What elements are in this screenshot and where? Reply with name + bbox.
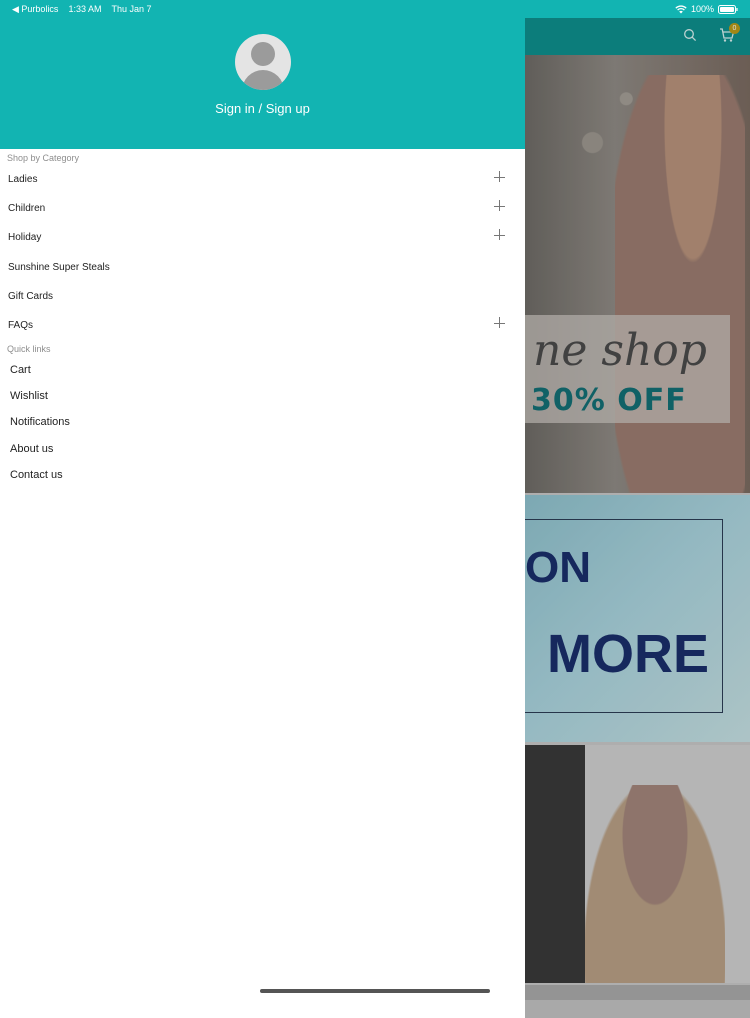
category-item-gift-cards[interactable]: Gift Cards	[0, 283, 525, 312]
wifi-icon	[675, 4, 687, 14]
category-label: Children	[8, 203, 46, 214]
battery-percent: 100%	[690, 4, 714, 14]
expand-plus-icon[interactable]	[494, 200, 506, 212]
category-label: Ladies	[8, 174, 38, 185]
quick-link-about-us[interactable]: About us	[0, 436, 525, 462]
quick-link-label: About us	[10, 443, 54, 455]
category-label: Sunshine Super Steals	[8, 262, 110, 273]
sign-in-link[interactable]: Sign in / Sign up	[0, 101, 525, 116]
category-label: FAQs	[8, 320, 34, 331]
status-date: Thu Jan 7	[111, 4, 152, 14]
category-item-holiday[interactable]: Holiday	[0, 224, 525, 253]
quick-link-label: Wishlist	[10, 390, 48, 402]
home-indicator[interactable]	[260, 989, 490, 993]
category-label: Holiday	[8, 232, 42, 243]
quick-link-cart[interactable]: Cart	[0, 357, 525, 383]
navigation-drawer: Sign in / Sign up Shop by Category Ladie…	[0, 0, 525, 1000]
quick-link-contact-us[interactable]: Contact us	[0, 462, 525, 488]
quick-link-label: Notifications	[10, 416, 70, 428]
category-item-children[interactable]: Children	[0, 195, 525, 224]
expand-plus-icon[interactable]	[494, 317, 506, 329]
expand-plus-icon[interactable]	[494, 229, 506, 241]
quick-link-label: Cart	[10, 364, 31, 376]
quick-link-label: Contact us	[10, 469, 63, 481]
quick-link-wishlist[interactable]: Wishlist	[0, 383, 525, 409]
drawer-header: Sign in / Sign up	[0, 0, 525, 149]
status-bar: ◀ Purbolics 1:33 AM Thu Jan 7 100%	[0, 0, 750, 18]
section-label-categories: Shop by Category	[7, 153, 80, 163]
quick-link-notifications[interactable]: Notifications	[0, 409, 525, 435]
status-time: 1:33 AM	[68, 4, 102, 14]
expand-plus-icon[interactable]	[494, 171, 506, 183]
section-label-quick-links: Quick links	[7, 344, 51, 354]
category-item-ladies[interactable]: Ladies	[0, 166, 525, 195]
category-item-faqs[interactable]: FAQs	[0, 312, 525, 341]
avatar[interactable]	[235, 34, 291, 90]
back-to-app-link[interactable]: ◀ Purbolics	[12, 4, 58, 15]
battery-icon	[718, 4, 738, 14]
category-item-super-steals[interactable]: Sunshine Super Steals	[0, 254, 525, 283]
category-label: Gift Cards	[8, 291, 54, 302]
